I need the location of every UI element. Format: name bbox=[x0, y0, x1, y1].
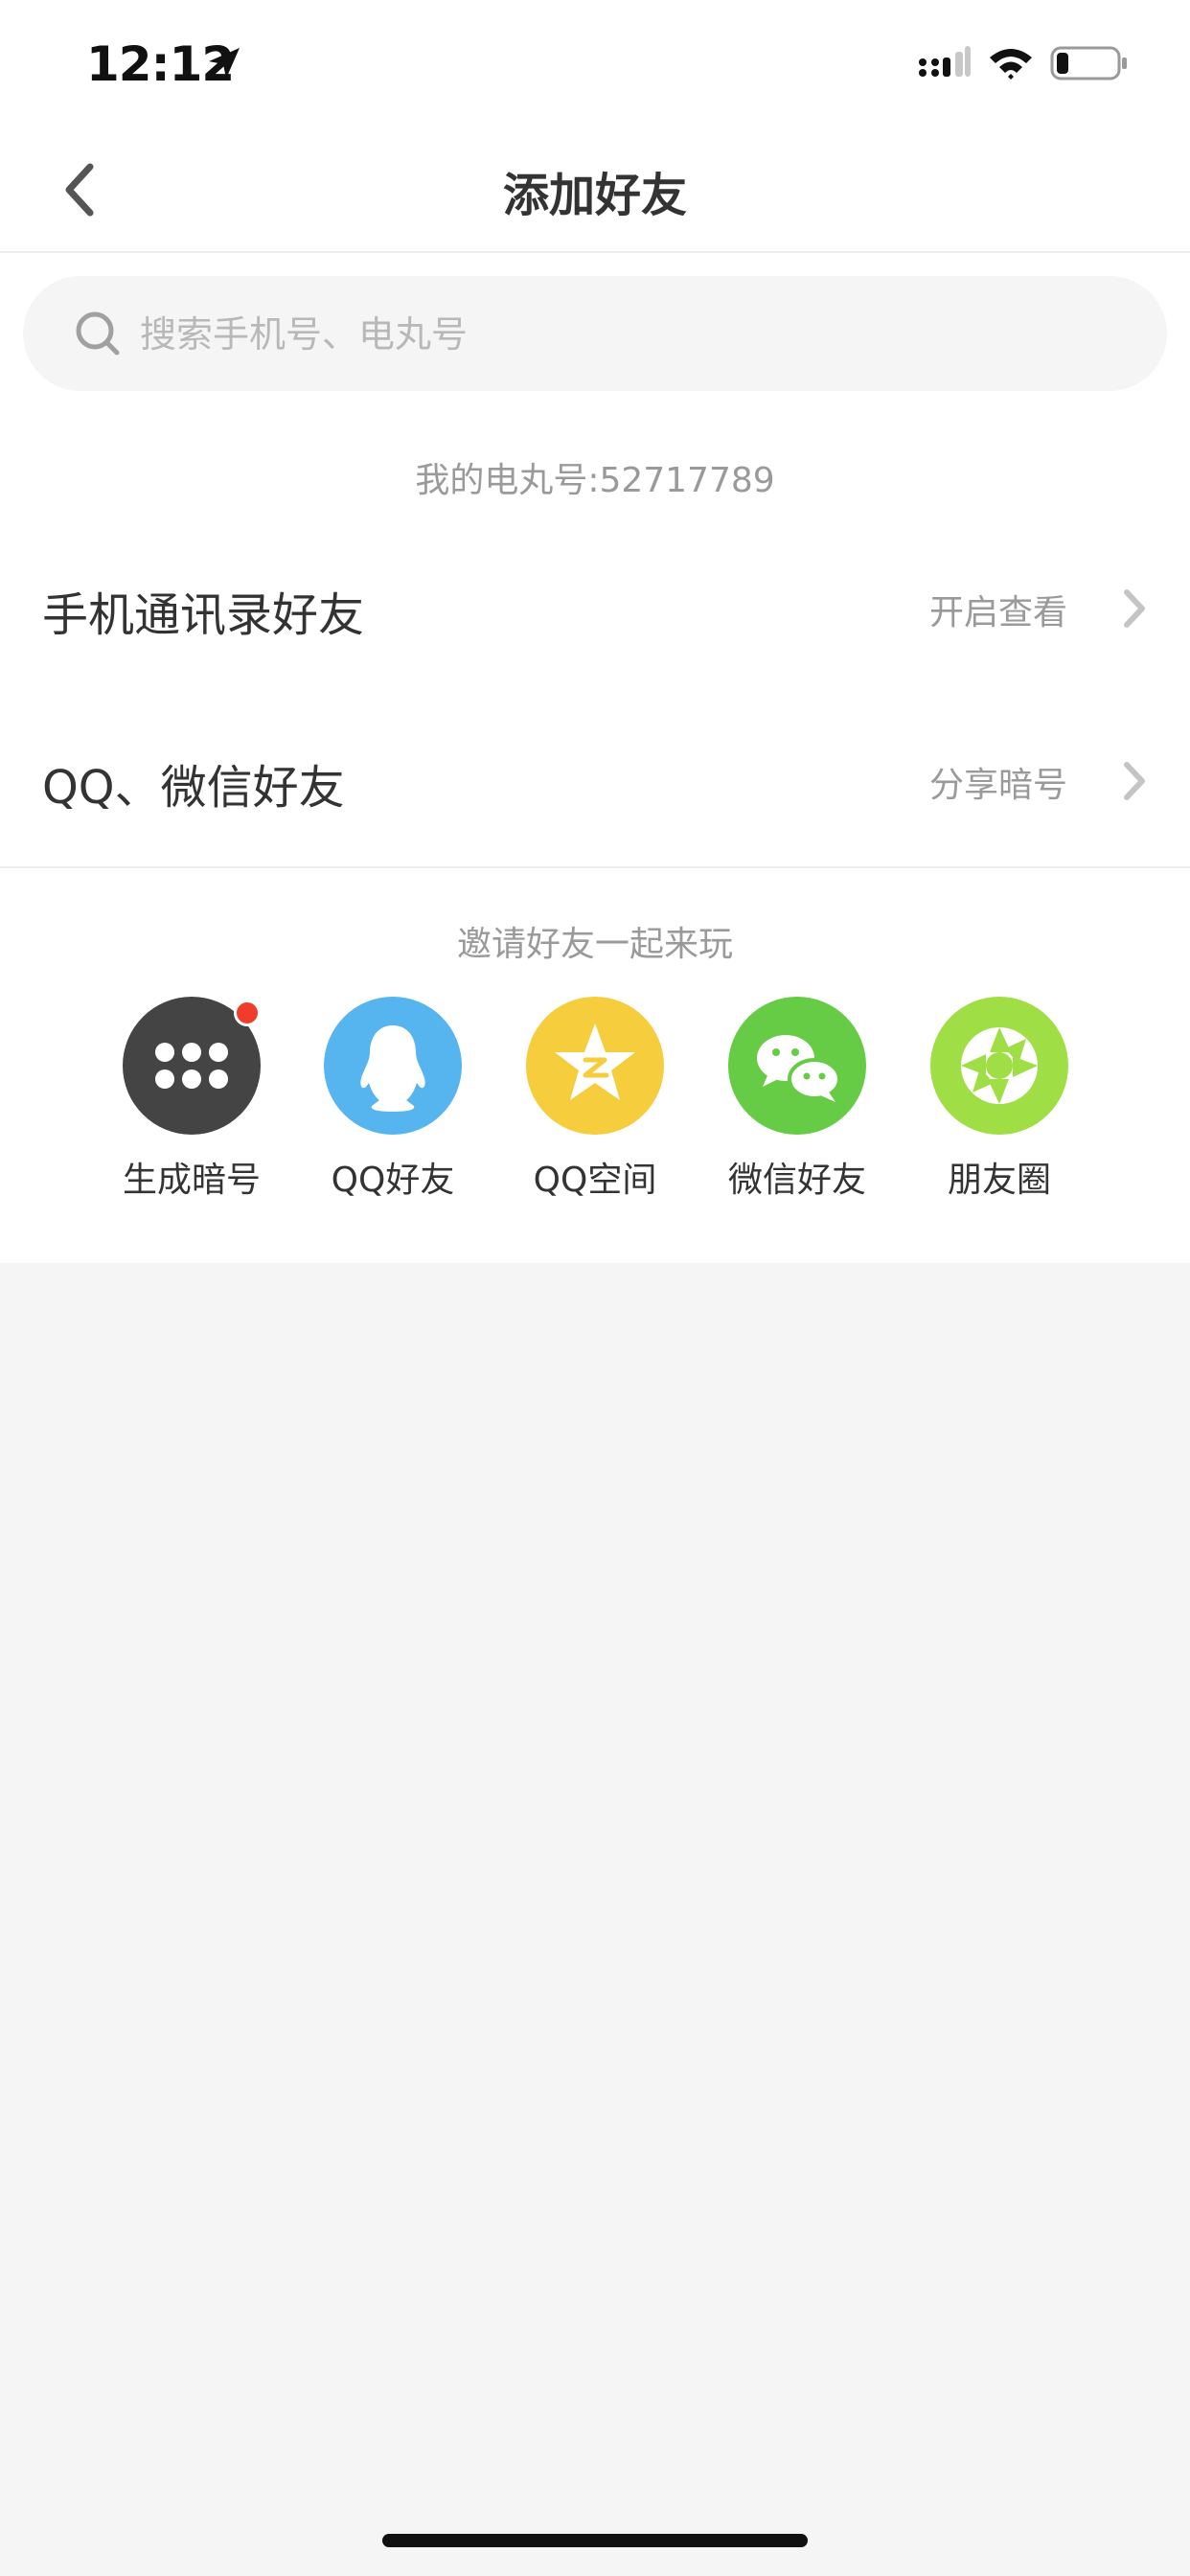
share-wechat-friends-button[interactable]: 微信好友 bbox=[701, 997, 893, 1208]
row-action-text: 开启查看 bbox=[928, 593, 1067, 632]
share-label: 朋友圈 bbox=[947, 1161, 1051, 1200]
share-generate-code-button[interactable]: 生成暗号 bbox=[96, 997, 287, 1208]
wechat-icon bbox=[728, 997, 866, 1135]
contacts-friends-row[interactable]: 手机通讯录好友 开启查看 bbox=[0, 527, 1190, 690]
wifi-icon bbox=[990, 49, 1032, 80]
search-icon bbox=[76, 311, 120, 356]
row-action-text: 分享暗号 bbox=[928, 766, 1067, 805]
chevron-right-icon bbox=[1124, 762, 1145, 800]
battery-icon bbox=[1050, 46, 1127, 80]
my-id-label: 我的电丸号:52717789 bbox=[415, 461, 775, 500]
search-input[interactable] bbox=[138, 276, 1138, 393]
share-label: 生成暗号 bbox=[122, 1161, 261, 1200]
share-label: QQ好友 bbox=[331, 1161, 455, 1200]
invite-title: 邀请好友一起来玩 bbox=[456, 925, 733, 964]
qzone-star-icon bbox=[526, 997, 664, 1135]
moments-aperture-icon bbox=[930, 997, 1068, 1135]
home-indicator[interactable] bbox=[382, 2534, 808, 2547]
row-title: 手机通讯录好友 bbox=[42, 588, 365, 642]
page-title: 添加好友 bbox=[502, 169, 687, 222]
qq-penguin-icon bbox=[324, 997, 462, 1135]
notification-badge bbox=[234, 1000, 261, 1026]
qq-wechat-friends-row[interactable]: QQ、微信好友 分享暗号 bbox=[0, 700, 1190, 862]
share-label: 微信好友 bbox=[727, 1161, 866, 1200]
share-moments-button[interactable]: 朋友圈 bbox=[904, 997, 1095, 1208]
share-qzone-button[interactable]: QQ空间 bbox=[499, 997, 691, 1208]
search-bar[interactable] bbox=[23, 276, 1167, 393]
section-divider bbox=[0, 866, 1190, 868]
location-arrow-icon bbox=[209, 48, 240, 79]
share-label: QQ空间 bbox=[533, 1161, 657, 1200]
chevron-right-icon bbox=[1124, 589, 1145, 628]
nav-divider bbox=[0, 251, 1190, 253]
share-qq-friends-button[interactable]: QQ好友 bbox=[297, 997, 489, 1208]
row-title: QQ、微信好友 bbox=[42, 761, 345, 815]
main-panel: 12:12 添加好友 我的电丸号:52717789 bbox=[0, 0, 1190, 1263]
cellular-signal-icon bbox=[919, 46, 971, 77]
